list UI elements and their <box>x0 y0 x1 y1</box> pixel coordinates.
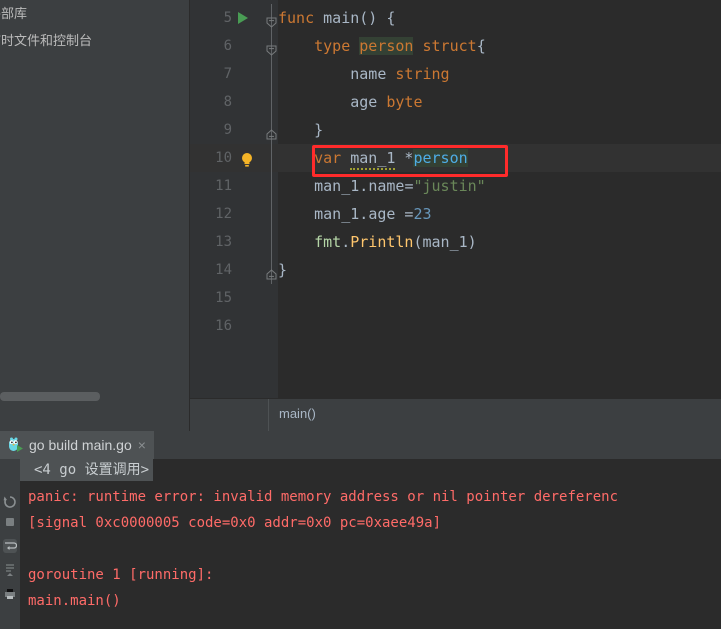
fold-stem <box>271 88 272 116</box>
code-text[interactable]: fmt.Println(man_1) <box>278 228 477 256</box>
sidebar-item-label: 临时文件和控制台 <box>0 33 93 48</box>
console-collapsed-frame[interactable]: <4 go 设置调用> <box>20 459 154 481</box>
run-tool-window: go build main.go × <4 go 设置调用> panic: ru… <box>0 431 721 629</box>
run-tab[interactable]: go build main.go × <box>0 431 154 459</box>
fold-stem-only <box>266 284 290 312</box>
rerun-icon[interactable] <box>3 495 17 509</box>
editor-line[interactable]: 6 type person struct{ <box>190 32 721 60</box>
print-icon[interactable] <box>3 587 17 601</box>
fold-end-icon[interactable] <box>266 122 277 140</box>
editor-line[interactable]: 15 <box>190 284 721 312</box>
go-gopher-icon <box>8 437 23 453</box>
fold-collapse-icon[interactable] <box>266 10 277 28</box>
project-sidebar: 外部库 临时文件和控制台 <box>0 0 190 431</box>
editor-line[interactable]: 8 age byte <box>190 88 721 116</box>
fold-collapse-icon[interactable] <box>266 38 277 56</box>
code-text[interactable]: name string <box>278 60 449 88</box>
sidebar-item-external-libraries[interactable]: 外部库 <box>0 3 27 22</box>
line-number[interactable]: 6 <box>190 32 232 60</box>
editor-line[interactable]: 16 <box>190 312 721 340</box>
fold-stem <box>271 172 272 200</box>
sidebar-item-scratches-and-consoles[interactable]: 临时文件和控制台 <box>0 30 92 49</box>
editor-line[interactable]: 5 func main() { <box>190 4 721 32</box>
breadcrumb-bar: main() <box>190 398 721 432</box>
fold-stem <box>271 200 272 228</box>
code-editor[interactable]: 5 func main() {6 type person struct{7 nam… <box>190 0 721 398</box>
run-gutter-icon[interactable] <box>238 12 248 24</box>
editor-line[interactable]: 10 var man_1 *person <box>190 144 721 172</box>
code-text[interactable]: type person struct{ <box>278 32 486 60</box>
stop-icon[interactable] <box>3 515 17 529</box>
code-text[interactable]: } <box>278 116 323 144</box>
sidebar-hscrollbar-track[interactable] <box>0 392 190 416</box>
line-number[interactable]: 5 <box>190 4 232 32</box>
line-number[interactable]: 14 <box>190 256 232 284</box>
line-number[interactable]: 8 <box>190 88 232 116</box>
code-text[interactable]: func main() { <box>278 4 395 32</box>
fold-end-icon[interactable] <box>266 262 277 280</box>
intention-bulb-icon[interactable] <box>240 150 254 167</box>
breadcrumb-divider <box>268 399 269 432</box>
editor-line[interactable]: 12 man_1.age =23 <box>190 200 721 228</box>
run-toolbar <box>0 459 20 629</box>
editor-line[interactable]: 9 } <box>190 116 721 144</box>
line-number[interactable]: 7 <box>190 60 232 88</box>
code-text[interactable]: } <box>278 256 287 284</box>
code-text[interactable]: man_1.age =23 <box>278 200 431 228</box>
console-line: goroutine 1 [running]: <box>28 567 214 583</box>
line-number[interactable]: 11 <box>190 172 232 200</box>
console-line: main.main() <box>28 593 121 609</box>
fold-stem <box>271 144 272 172</box>
sidebar-item-label: 外部库 <box>0 6 28 21</box>
soft-wrap-icon[interactable] <box>3 539 18 553</box>
close-icon[interactable]: × <box>138 438 146 452</box>
editor-line[interactable]: 14} <box>190 256 721 284</box>
line-number[interactable]: 10 <box>190 144 232 172</box>
editor-line[interactable]: 11 man_1.name="justin" <box>190 172 721 200</box>
console-output[interactable]: <4 go 设置调用> panic: runtime error: invali… <box>20 459 721 629</box>
code-text[interactable]: age byte <box>278 88 422 116</box>
editor-line[interactable]: 13 fmt.Println(man_1) <box>190 228 721 256</box>
fold-stem <box>271 60 272 88</box>
fold-stem-only <box>266 312 290 340</box>
ide-window: 外部库 临时文件和控制台 5func main() {6 type person… <box>0 0 721 629</box>
line-number[interactable]: 15 <box>190 284 232 312</box>
code-text[interactable]: man_1.name="justin" <box>278 172 486 200</box>
line-number[interactable]: 13 <box>190 228 232 256</box>
fold-stem <box>271 228 272 256</box>
code-text[interactable]: var man_1 *person <box>278 144 468 172</box>
console-line: [signal 0xc0000005 code=0x0 addr=0x0 pc=… <box>28 515 442 531</box>
line-number[interactable]: 9 <box>190 116 232 144</box>
breadcrumb[interactable]: main() <box>279 406 316 421</box>
run-tab-label: go build main.go <box>29 437 132 453</box>
sidebar-hscrollbar-thumb[interactable] <box>0 392 100 401</box>
console-line: panic: runtime error: invalid memory add… <box>28 489 619 505</box>
line-number[interactable]: 16 <box>190 312 232 340</box>
scroll-to-end-icon[interactable] <box>3 563 17 577</box>
editor-line[interactable]: 7 name string <box>190 60 721 88</box>
line-number[interactable]: 12 <box>190 200 232 228</box>
